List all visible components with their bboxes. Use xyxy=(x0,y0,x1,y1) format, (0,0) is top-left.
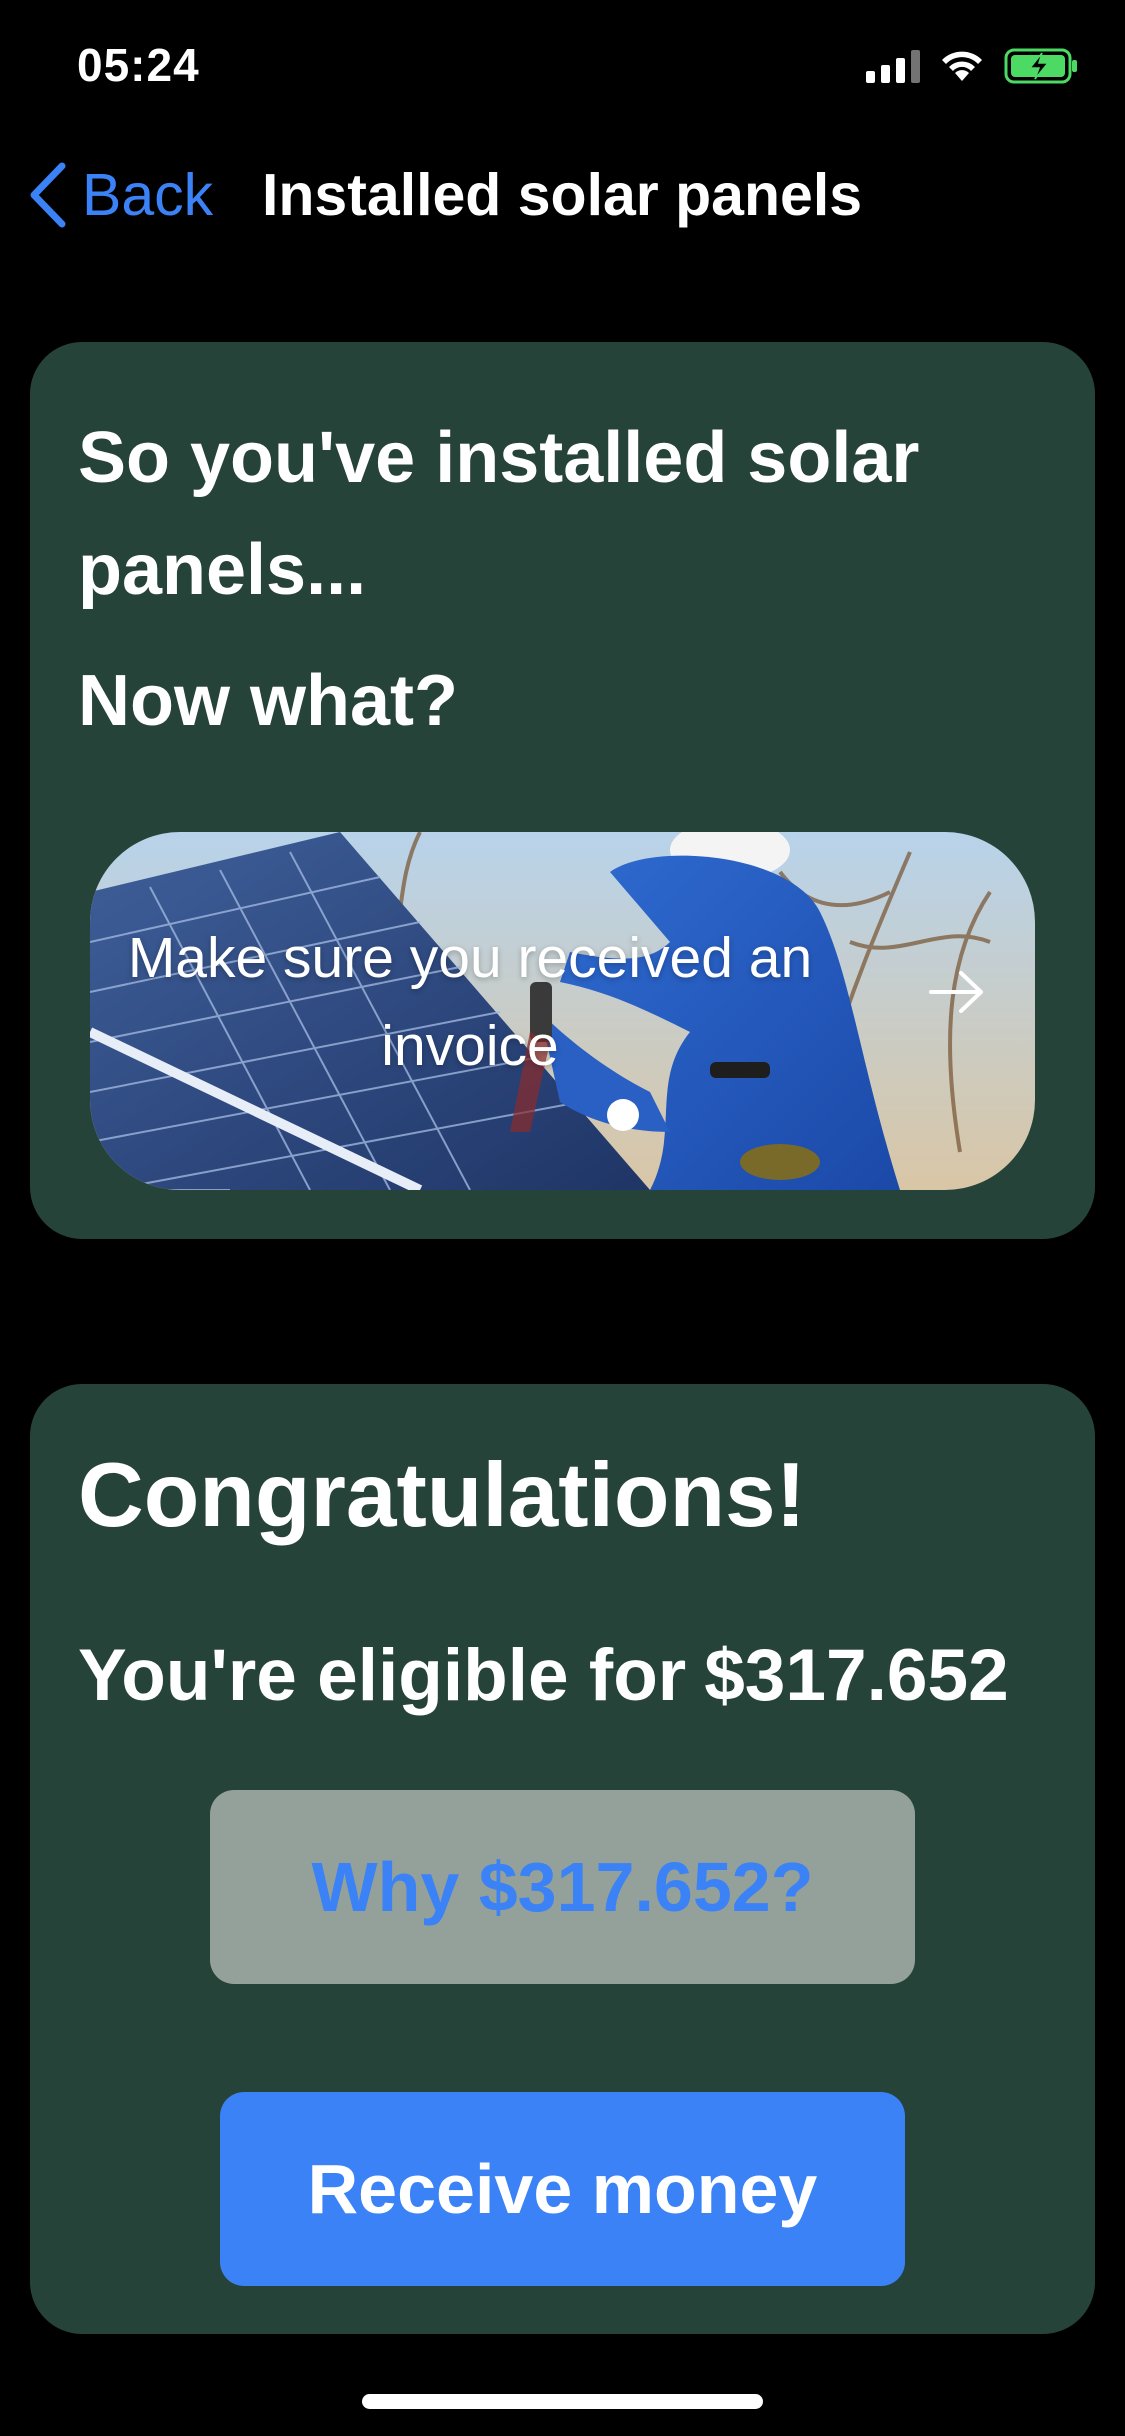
home-indicator[interactable] xyxy=(362,2394,763,2409)
signal-icon xyxy=(866,49,920,83)
receive-money-button[interactable]: Receive money xyxy=(220,2092,905,2286)
wifi-icon xyxy=(942,51,982,81)
back-button[interactable]: Back xyxy=(26,160,213,230)
battery-charging-icon xyxy=(1004,48,1077,84)
intro-heading: So you've installed solar panels... xyxy=(78,418,920,610)
back-label: Back xyxy=(82,162,214,228)
status-icons xyxy=(866,48,1080,84)
eligible-prefix: You're eligible for xyxy=(78,1635,687,1716)
why-amount-button[interactable]: Why $317.652? xyxy=(210,1790,915,1984)
reward-card: Congratulations! You're eligible for $317… xyxy=(30,1384,1095,2334)
chevron-left-icon xyxy=(30,162,66,228)
intro-card: So you've installed solar panels... Now … xyxy=(30,342,1095,1239)
page-title: Installed solar panels xyxy=(262,162,863,228)
status-bar: 05:24 xyxy=(0,0,1125,140)
status-time: 05:24 xyxy=(77,39,200,91)
eligible-amount: $317.652 xyxy=(704,1635,1009,1716)
eligible-text: You're eligible for $317.652 xyxy=(78,1634,1009,1717)
arrow-right-icon xyxy=(929,971,983,1013)
navigation-bar: Back Installed solar panels xyxy=(0,150,1125,240)
carousel-dot xyxy=(607,1099,639,1131)
congratulations-title: Congratulations! xyxy=(78,1445,806,1546)
intro-subheading: Now what? xyxy=(78,661,458,741)
banner-text: Make sure you received an invoice xyxy=(127,926,813,1078)
invoice-banner[interactable]: Make sure you received an invoice xyxy=(90,832,1035,1190)
